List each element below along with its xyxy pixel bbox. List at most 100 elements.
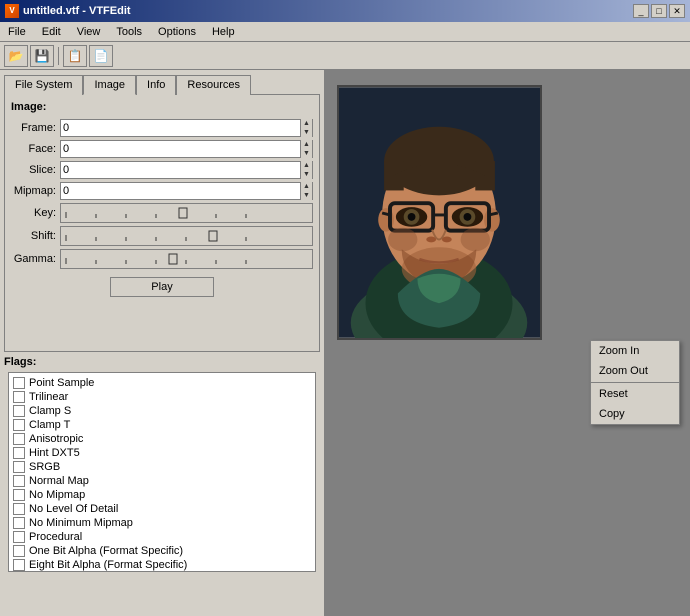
- shift-row: Shift:: [11, 226, 313, 246]
- slice-spin-up[interactable]: ▲: [301, 161, 312, 170]
- flag-checkbox-hint-dxt5[interactable]: [13, 447, 25, 459]
- menu-bar: File Edit View Tools Options Help: [0, 22, 690, 42]
- flag-label-clamp-s: Clamp S: [29, 405, 71, 417]
- frame-input[interactable]: [61, 120, 300, 136]
- flag-clamp-t: Clamp T: [13, 419, 311, 431]
- flags-panel: Flags: Point Sample Trilinear Clamp S Cl…: [0, 352, 324, 616]
- flag-anisotropic: Anisotropic: [13, 433, 311, 445]
- gamma-slider-track[interactable]: [60, 249, 313, 269]
- key-slider-ticks: [61, 204, 312, 222]
- flag-label-eight-bit-alpha: Eight Bit Alpha (Format Specific): [29, 559, 187, 571]
- close-button[interactable]: ✕: [669, 4, 685, 18]
- mipmap-spinbutton[interactable]: ▲ ▼: [300, 182, 312, 200]
- flag-checkbox-clamp-t[interactable]: [13, 419, 25, 431]
- flag-checkbox-no-lod[interactable]: [13, 503, 25, 515]
- flag-label-no-min-mipmap: No Minimum Mipmap: [29, 517, 133, 529]
- mipmap-row: Mipmap: ▲ ▼: [11, 182, 313, 200]
- key-slider-track[interactable]: [60, 203, 313, 223]
- face-input[interactable]: [61, 141, 300, 157]
- face-spinbutton[interactable]: ▲ ▼: [300, 140, 312, 158]
- frame-spinbutton[interactable]: ▲ ▼: [300, 119, 312, 137]
- frame-input-container: ▲ ▼: [60, 119, 313, 137]
- flag-checkbox-anisotropic[interactable]: [13, 433, 25, 445]
- flag-srgb: SRGB: [13, 461, 311, 473]
- slice-spin-down[interactable]: ▼: [301, 170, 312, 179]
- flag-label-hint-dxt5: Hint DXT5: [29, 447, 80, 459]
- frame-spin-down[interactable]: ▼: [301, 128, 312, 137]
- slice-spinbutton[interactable]: ▲ ▼: [300, 161, 312, 179]
- context-menu: Zoom In Zoom Out Reset Copy: [590, 340, 680, 425]
- flag-label-anisotropic: Anisotropic: [29, 433, 83, 445]
- minimize-button[interactable]: _: [633, 4, 649, 18]
- flag-no-mipmap: No Mipmap: [13, 489, 311, 501]
- tab-bar: File System Image Info Resources: [0, 70, 324, 94]
- face-row: Face: ▲ ▼: [11, 140, 313, 158]
- frame-label: Frame:: [11, 122, 56, 134]
- frame-spin-up[interactable]: ▲: [301, 119, 312, 128]
- flag-checkbox-point-sample[interactable]: [13, 377, 25, 389]
- tab-content: Image: Frame: ▲ ▼ Face:: [4, 94, 320, 352]
- toolbar: 📂 💾 📋 📄: [0, 42, 690, 70]
- flag-checkbox-srgb[interactable]: [13, 461, 25, 473]
- slice-input[interactable]: [61, 162, 300, 178]
- new-button[interactable]: 📄: [89, 45, 113, 67]
- maximize-button[interactable]: □: [651, 4, 667, 18]
- mipmap-spin-down[interactable]: ▼: [301, 191, 312, 200]
- tab-resources[interactable]: Resources: [176, 75, 251, 95]
- context-separator: [591, 382, 679, 383]
- save-button[interactable]: 💾: [30, 45, 54, 67]
- copy-button[interactable]: 📋: [63, 45, 87, 67]
- flag-checkbox-clamp-s[interactable]: [13, 405, 25, 417]
- context-zoom-out[interactable]: Zoom Out: [591, 361, 679, 381]
- shift-slider-track[interactable]: [60, 226, 313, 246]
- context-reset[interactable]: Reset: [591, 384, 679, 404]
- open-button[interactable]: 📂: [4, 45, 28, 67]
- gamma-label: Gamma:: [11, 253, 56, 265]
- shift-label: Shift:: [11, 230, 56, 242]
- mipmap-label: Mipmap:: [11, 185, 56, 197]
- tab-image[interactable]: Image: [83, 75, 136, 95]
- flag-checkbox-no-mipmap[interactable]: [13, 489, 25, 501]
- menu-help[interactable]: Help: [208, 25, 239, 39]
- menu-view[interactable]: View: [73, 25, 105, 39]
- gamma-row: Gamma:: [11, 249, 313, 269]
- title-bar-left: V untitled.vtf - VTFEdit: [5, 4, 131, 18]
- image-section: Image: Frame: ▲ ▼ Face:: [5, 95, 319, 311]
- face-label: Face:: [11, 143, 56, 155]
- window-controls[interactable]: _ □ ✕: [633, 4, 685, 18]
- mipmap-input[interactable]: [61, 183, 300, 199]
- slice-row: Slice: ▲ ▼: [11, 161, 313, 179]
- key-row: Key:: [11, 203, 313, 223]
- flag-clamp-s: Clamp S: [13, 405, 311, 417]
- flag-label-trilinear: Trilinear: [29, 391, 68, 403]
- face-input-container: ▲ ▼: [60, 140, 313, 158]
- menu-file[interactable]: File: [4, 25, 30, 39]
- flag-checkbox-one-bit-alpha[interactable]: [13, 545, 25, 557]
- gamma-slider-ticks: [61, 250, 312, 268]
- flag-label-srgb: SRGB: [29, 461, 60, 473]
- flag-trilinear: Trilinear: [13, 391, 311, 403]
- flag-checkbox-eight-bit-alpha[interactable]: [13, 559, 25, 571]
- window-title: untitled.vtf - VTFEdit: [23, 5, 131, 17]
- slice-input-container: ▲ ▼: [60, 161, 313, 179]
- flag-checkbox-normal-map[interactable]: [13, 475, 25, 487]
- flag-checkbox-no-min-mipmap[interactable]: [13, 517, 25, 529]
- face-spin-down[interactable]: ▼: [301, 149, 312, 158]
- menu-tools[interactable]: Tools: [112, 25, 146, 39]
- left-panel: File System Image Info Resources Image: …: [0, 70, 325, 616]
- menu-edit[interactable]: Edit: [38, 25, 65, 39]
- context-copy[interactable]: Copy: [591, 404, 679, 424]
- context-zoom-in[interactable]: Zoom In: [591, 341, 679, 361]
- flag-checkbox-procedural[interactable]: [13, 531, 25, 543]
- flag-label-procedural: Procedural: [29, 531, 82, 543]
- flag-label-clamp-t: Clamp T: [29, 419, 70, 431]
- shift-slider-ticks: [61, 227, 312, 245]
- face-spin-up[interactable]: ▲: [301, 140, 312, 149]
- menu-options[interactable]: Options: [154, 25, 200, 39]
- play-button[interactable]: Play: [110, 277, 213, 297]
- flag-checkbox-trilinear[interactable]: [13, 391, 25, 403]
- mipmap-spin-up[interactable]: ▲: [301, 182, 312, 191]
- flag-no-min-mipmap: No Minimum Mipmap: [13, 517, 311, 529]
- tab-info[interactable]: Info: [136, 75, 176, 95]
- tab-filesystem[interactable]: File System: [4, 75, 83, 95]
